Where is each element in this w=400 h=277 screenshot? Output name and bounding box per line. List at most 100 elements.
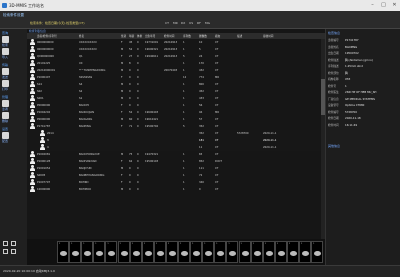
image-thumbnail[interactable]: 1 (226, 241, 239, 263)
table-row[interactable]: 20210000001 **^HUSHENGXIONG M 0 0 20070403 1 43… (27, 67, 325, 74)
image-thumbnail[interactable]: 1 (311, 241, 324, 263)
column-header[interactable]: 姓名 (79, 34, 84, 38)
table-row[interactable]: 0000000000 XXXXXXXXXX F 45 0 19731001 20210913… (27, 39, 325, 46)
image-thumbnail[interactable]: 1 (214, 241, 227, 263)
modality-tag[interactable]: MG (205, 20, 210, 26)
image-thumbnail[interactable]: 1 (57, 241, 69, 263)
cell-wt: 0 (137, 181, 139, 184)
table-row[interactable]: P1000128 BAOHANXIAN F 62 0 19590103 1 852 DXCT (27, 158, 325, 165)
image-thumbnail[interactable]: 1 (117, 241, 130, 263)
info-field: 检查医生 2ND HP OF HEB MU_SH (328, 90, 376, 94)
cell-wt: 0 (137, 125, 139, 128)
modality-tag[interactable]: US (189, 20, 193, 26)
column-header[interactable]: 接收时间 (263, 34, 273, 38)
column-header[interactable]: 序列数 (183, 34, 191, 38)
table-row[interactable]: Q000000000 Q1 F 27 0 19940611 20210913 5 24 CT (27, 53, 325, 60)
column-header[interactable]: 体重 (137, 34, 142, 38)
cell-id: P1001054 (37, 167, 51, 170)
sidebar-button[interactable]: 患者 (2, 100, 26, 111)
image-thumbnail[interactable]: 1 (262, 241, 275, 263)
table-row[interactable]: 20191225 XX M 8 0 1 170 CT (27, 60, 325, 67)
ct-slice-image (84, 251, 92, 256)
cell-imgs: 24 (199, 55, 203, 58)
table-row[interactable]: S001 S1 M 0 0 1 433 CT (27, 95, 325, 102)
image-thumbnail[interactable]: 1 (81, 241, 94, 263)
status-bar: 2020-02-20 10:00:10 启动KMJ3.1.0 (0, 265, 400, 277)
table-row[interactable]: P1001054 BAOJIYUN M 0 0 1 111 CT (27, 165, 325, 172)
image-thumbnail[interactable]: 1 (299, 241, 311, 263)
column-header[interactable]: 检查时间 (164, 34, 174, 38)
minimize-button[interactable]: – (367, 0, 378, 11)
column-header[interactable]: 年龄 (129, 34, 134, 38)
image-thumbnail[interactable]: 1 (153, 241, 166, 263)
info-field: 患者编号 P1741787 (328, 38, 359, 42)
cell-age: 0 (129, 76, 131, 79)
grid-layout-icon[interactable] (3, 241, 25, 261)
column-header[interactable]: 出生年月 (145, 34, 155, 38)
table-row[interactable]: P1007797 BOHRD F 0 0 1 340 CT (27, 179, 325, 186)
series-row[interactable]: 2014 352 CT 5728700 2020-11-1 (27, 130, 325, 137)
cell-id: S14 (37, 83, 42, 86)
table-row[interactable]: P0000000 BAOCHI F 0 0 1 56 CT (27, 102, 325, 109)
image-thumbnail[interactable]: 1 (129, 241, 142, 263)
modality-tag[interactable]: MR (173, 20, 178, 26)
patient-avatar-icon (29, 60, 35, 67)
maximize-button[interactable]: □ (378, 0, 389, 11)
image-thumbnail[interactable]: 1 (190, 241, 203, 263)
cell-series: 1 (183, 188, 185, 191)
info-panel-title: 检查信息 (328, 31, 341, 35)
sidebar-button[interactable]: 发送 (2, 68, 26, 79)
send-icon (2, 68, 9, 75)
image-thumbnail[interactable]: 1 (165, 241, 178, 263)
cell-recv: 2020-11-1 (263, 132, 277, 135)
image-thumbnail[interactable]: 1 (250, 241, 263, 263)
table-row[interactable]: P1002081 BAOCHONGXUE M 75 0 19470321 1 65 CT (27, 151, 325, 158)
sidebar-button[interactable]: 删除 (2, 112, 26, 123)
info-field-key: 检查编号 (328, 109, 339, 114)
filter-field[interactable]: 检索条件：检查日期(今天),检查类型(CT) (30, 20, 160, 26)
table-row[interactable]: P1741787 BAOPING F 71 0 19500702 5 352 CT (27, 123, 325, 130)
sidebar-button[interactable]: 配置 (2, 132, 26, 143)
cell-imgs: 352 (199, 132, 204, 135)
close-button[interactable]: ✕ (389, 0, 400, 11)
info-field-key: 检查医生 (328, 90, 339, 94)
table-row[interactable]: 0000000000 XXXXXXXXXX M 52 0 19690321 20210913… (27, 46, 325, 53)
info-panel: 检查信息 患者编号 P1741787 患者姓名 BAOPING 出生日期 19500702… (325, 29, 400, 265)
table-row[interactable]: S14 S4 M 0 0 1 800 CT (27, 81, 325, 88)
image-thumbnail[interactable]: 1 (238, 241, 251, 263)
column-header[interactable]: 患者/检查/序列号 (37, 34, 57, 38)
table-row[interactable]: P1004202 BAOKUIJIAN F 52 0 19690403 1 94 MR (27, 109, 325, 116)
series-row[interactable]: 3 181 CT 2020-11-1 (27, 137, 325, 144)
cell-imgs: 111 (199, 167, 204, 170)
image-thumbnail[interactable]: 1 (141, 241, 154, 263)
cell-wt: 0 (137, 69, 139, 72)
column-header[interactable]: 性别 (121, 34, 126, 38)
image-thumbnail[interactable]: 1 (93, 241, 106, 263)
info-field-value: XTZ (345, 77, 351, 81)
series-row[interactable]: 4 11 CT 2020-11-1 (27, 144, 325, 151)
modality-tag[interactable]: DX (181, 20, 185, 26)
image-thumbnail[interactable]: 1 (105, 241, 118, 263)
modality-tag[interactable]: RF (197, 20, 201, 26)
table-row[interactable]: P1000407 SSSSSSSS F 0 0 12 774 MR (27, 74, 325, 81)
image-thumbnail[interactable]: 1 (274, 241, 287, 263)
image-thumbnail[interactable]: 1 (178, 241, 190, 263)
cell-sex: M (121, 90, 124, 93)
info-field-value: 胸 (Abdomen (gil no) (345, 57, 373, 62)
image-thumbnail[interactable]: 1 (202, 241, 215, 263)
column-header[interactable]: 图像数 (199, 34, 207, 38)
table-row[interactable]: 10000000 BOHMOO M 0 0 1 0 CT (27, 186, 325, 193)
image-thumbnail[interactable]: 1 (69, 241, 82, 263)
table-row[interactable]: S02 S2 M 0 0 1 452 CT (27, 88, 325, 95)
sidebar-button[interactable]: 检索 (2, 36, 26, 47)
cell-wt: 0 (137, 118, 139, 121)
sidebar-button[interactable]: 打印 (2, 80, 26, 91)
cell-imgs: 0 (199, 188, 201, 191)
column-header[interactable]: 描述 (237, 34, 242, 38)
sidebar-button[interactable]: 导入 (2, 48, 26, 59)
column-header[interactable]: 模态 (215, 34, 220, 38)
modality-tag[interactable]: CT (165, 20, 169, 26)
image-thumbnail[interactable]: 1 (286, 241, 299, 263)
table-row[interactable]: P0000000 BAOGANG M 60 0 19610421 1 57 CT (27, 116, 325, 123)
table-row[interactable]: S0005 BAOBEIYANGXIONG F 0 0 1 72 CT (27, 172, 325, 179)
